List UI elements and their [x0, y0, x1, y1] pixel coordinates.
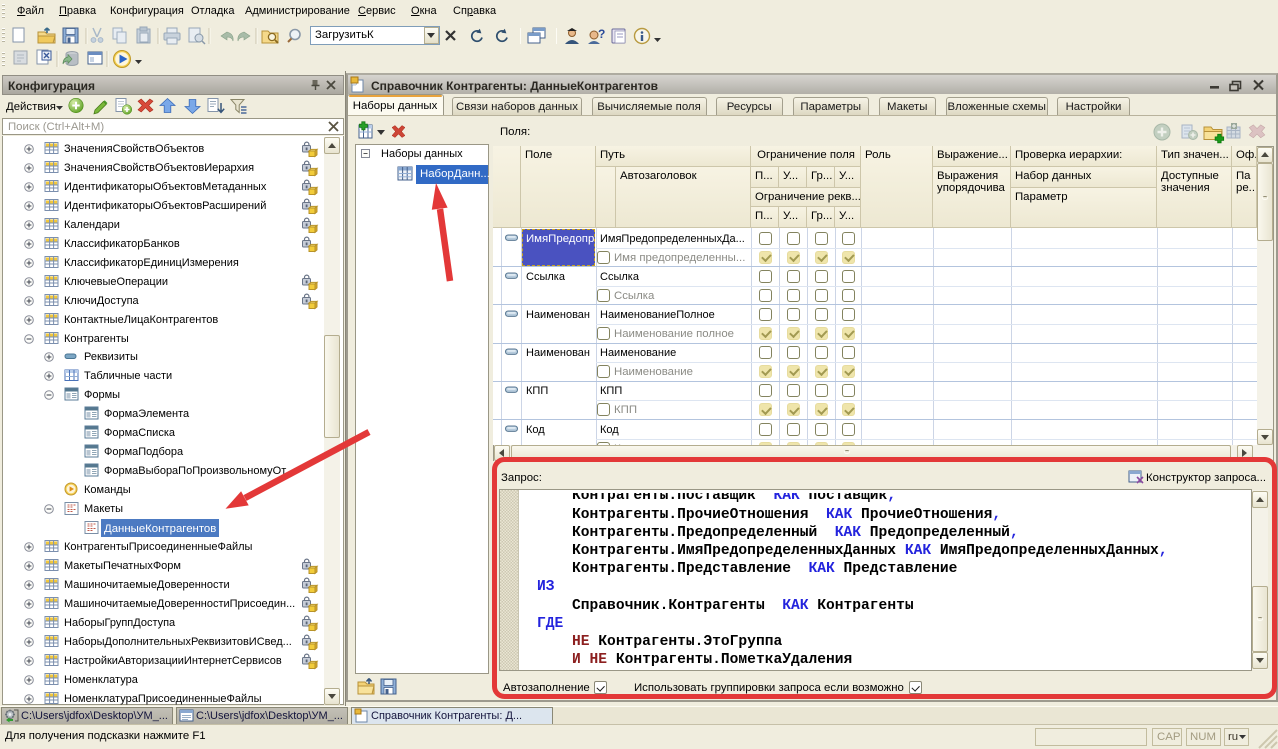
svg-text:?: ?: [598, 27, 605, 41]
